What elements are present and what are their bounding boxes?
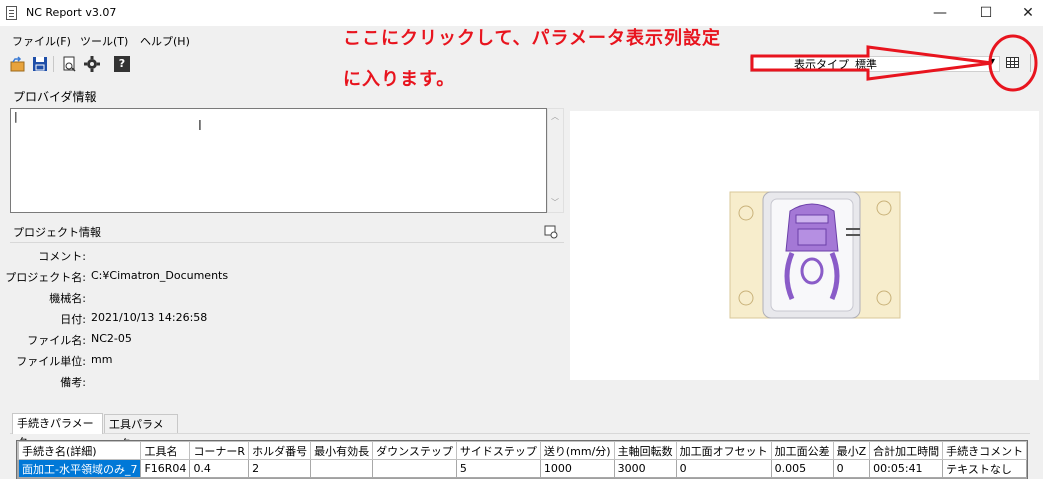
file-unit-value: mm	[91, 353, 113, 366]
provider-scrollbar[interactable]: ︿ ﹀	[547, 108, 564, 213]
table-cell[interactable]: テキストなし	[942, 459, 1027, 478]
parameter-table: 手続き名(詳細) 工具名 コーナーR ホルダ番号 最小有効長 ダウンステップ サ…	[17, 441, 1027, 478]
toolbar-separator	[53, 56, 54, 72]
table-cell[interactable]: 1000	[539, 459, 615, 478]
save-icon[interactable]	[32, 56, 48, 72]
project-divider	[10, 242, 564, 243]
table-cell[interactable]: 3000	[613, 459, 677, 478]
remarks-label: 備考:	[60, 376, 86, 389]
date-label: 日付:	[60, 313, 86, 326]
title-bar	[0, 0, 1043, 26]
table-cell[interactable]: 0.005	[770, 459, 834, 478]
app-icon	[6, 6, 17, 20]
column-header[interactable]: 加工面公差	[770, 441, 834, 460]
provider-info-textarea[interactable]: | I	[10, 108, 547, 213]
comment-label: コメント:	[38, 250, 86, 263]
annotation-text-line1: ここにクリックして、パラメータ表示列設定	[343, 28, 722, 49]
table-row[interactable]: 面加工-水平領域のみ_7 F16R04 0.4 2 5 1000 3000 0 …	[17, 459, 1027, 478]
column-header[interactable]: コーナーR	[189, 441, 250, 460]
text-cursor: |	[14, 110, 18, 123]
table-cell[interactable]: 2	[248, 459, 312, 478]
close-button[interactable]: ✕	[1005, 0, 1043, 26]
tab-tool-parameters[interactable]: 工具パラメータ	[104, 414, 178, 450]
table-cell[interactable]: 5	[455, 459, 541, 478]
file-unit-label: ファイル単位:	[16, 355, 86, 368]
column-header[interactable]: 手続き名(詳細)	[17, 441, 142, 460]
export-icon[interactable]	[62, 56, 78, 72]
table-cell[interactable]: 0	[832, 459, 871, 478]
maximize-button[interactable]: ☐	[963, 0, 1009, 26]
machine-name-label: 機械名:	[49, 292, 86, 305]
provider-info-label: プロバイダ情報	[13, 90, 97, 104]
column-header[interactable]: サイドステップ	[455, 441, 541, 460]
minimize-button[interactable]: —	[917, 0, 963, 26]
model-preview-image	[570, 111, 1039, 380]
help-icon[interactable]: ?	[114, 56, 130, 72]
ibeam-cursor-icon: I	[198, 119, 202, 134]
column-header[interactable]: 最小Z	[832, 441, 871, 460]
column-header[interactable]: 合計加工時間	[869, 441, 944, 460]
open-icon[interactable]	[10, 56, 26, 72]
column-header[interactable]: 送り(mm/分)	[539, 441, 615, 460]
parameter-grid[interactable]: 手続き名(詳細) 工具名 コーナーR ホルダ番号 最小有効長 ダウンステップ サ…	[16, 440, 1028, 479]
project-name-value: C:¥Cimatron_Documents	[91, 269, 229, 282]
menu-tools[interactable]: ツール(T)	[80, 33, 128, 49]
project-info-label: プロジェクト情報	[13, 226, 101, 239]
tab-procedure-parameters[interactable]: 手続きパラメータ	[12, 413, 103, 449]
window-title: NC Report v3.07	[26, 6, 117, 19]
scroll-up-icon[interactable]: ︿	[551, 111, 559, 122]
file-name-value: NC2-05	[91, 332, 132, 345]
grid-header-row: 手続き名(詳細) 工具名 コーナーR ホルダ番号 最小有効長 ダウンステップ サ…	[17, 441, 1027, 460]
column-header[interactable]: 主軸回転数	[613, 441, 677, 460]
date-value: 2021/10/13 14:26:58	[91, 311, 208, 324]
table-cell[interactable]: 0.4	[189, 459, 250, 478]
table-cell[interactable]	[310, 459, 374, 478]
project-settings-icon[interactable]	[544, 225, 558, 242]
annotation-arrow-icon	[750, 34, 1038, 92]
table-cell[interactable]: 00:05:41	[869, 459, 944, 478]
column-header[interactable]: 工具名	[140, 441, 191, 460]
menu-file[interactable]: ファイル(F)	[12, 33, 71, 49]
table-cell[interactable]: 面加工-水平領域のみ_7	[17, 459, 142, 478]
table-cell[interactable]: 0	[675, 459, 772, 478]
table-cell[interactable]: F16R04	[140, 459, 191, 478]
column-header[interactable]: 加工面オフセット	[675, 441, 772, 460]
column-header[interactable]: ホルダ番号	[248, 441, 312, 460]
column-header[interactable]: 手続きコメント	[942, 441, 1027, 460]
annotation-text-line2: に入ります。	[343, 69, 456, 90]
table-cell[interactable]	[372, 459, 457, 478]
scroll-down-icon[interactable]: ﹀	[551, 197, 559, 208]
file-name-label: ファイル名:	[27, 334, 86, 347]
project-name-label: プロジェクト名:	[5, 271, 86, 284]
menu-help[interactable]: ヘルプ(H)	[140, 33, 190, 49]
gear-icon[interactable]	[84, 56, 100, 72]
column-header[interactable]: ダウンステップ	[372, 441, 457, 460]
column-header[interactable]: 最小有効長	[310, 441, 374, 460]
